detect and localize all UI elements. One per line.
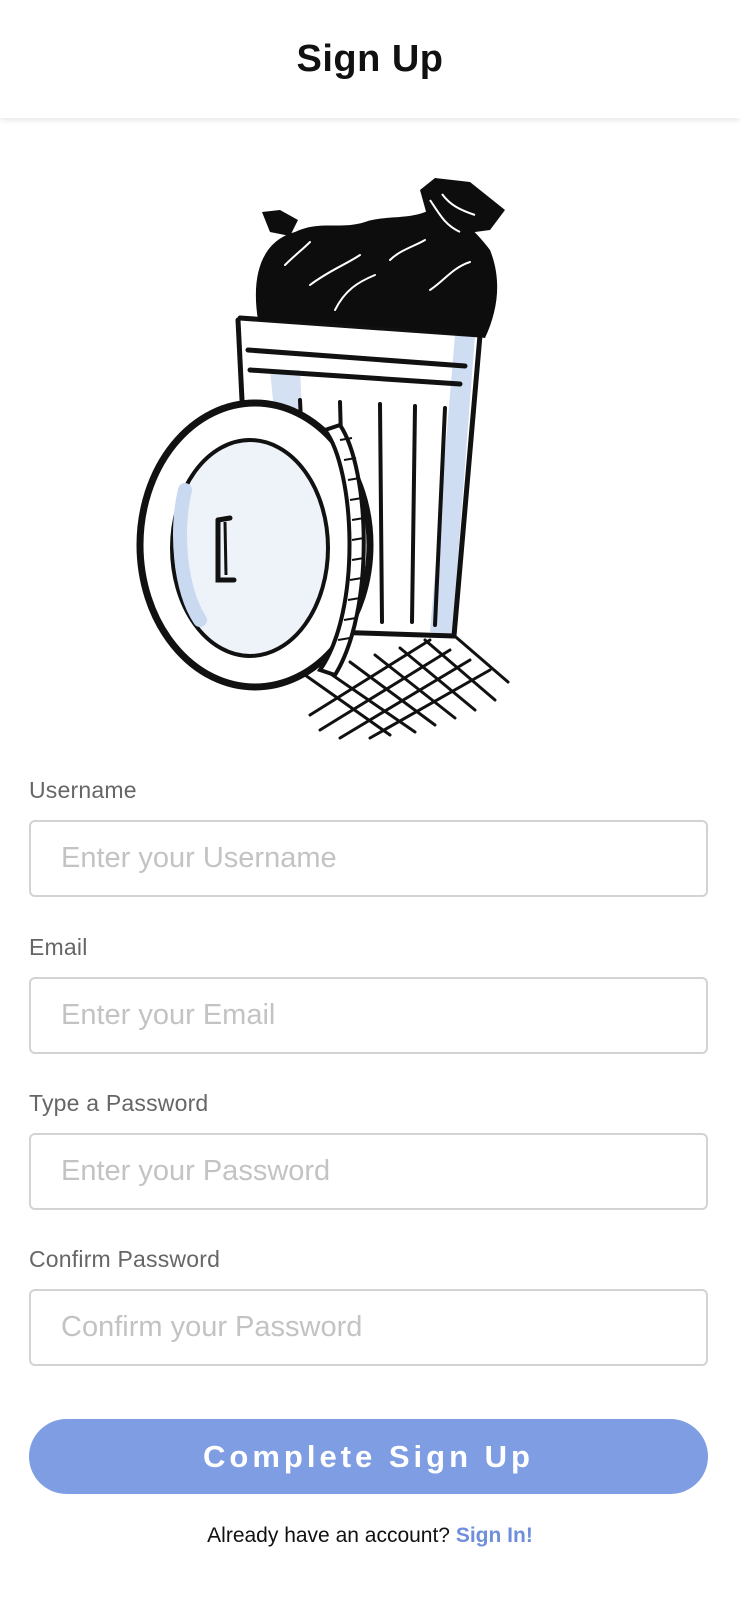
password-label: Type a Password	[29, 1090, 209, 1116]
confirm-password-label: Confirm Password	[29, 1246, 221, 1272]
page-title: Sign Up	[296, 37, 444, 80]
email-label: Email	[29, 934, 88, 960]
password-input[interactable]	[29, 1133, 708, 1210]
email-input[interactable]	[29, 977, 708, 1054]
username-input[interactable]	[29, 820, 708, 897]
username-label: Username	[29, 777, 137, 803]
sign-in-prompt: Already have an account? Sign In!	[0, 1524, 740, 1548]
complete-sign-up-button[interactable]: Complete Sign Up	[29, 1419, 708, 1494]
sign-in-link[interactable]: Sign In!	[456, 1524, 533, 1547]
sign-in-prompt-text: Already have an account?	[207, 1524, 450, 1547]
confirm-password-input[interactable]	[29, 1289, 708, 1366]
trash-can-illustration-icon	[136, 178, 510, 740]
app-header: Sign Up	[0, 0, 740, 118]
